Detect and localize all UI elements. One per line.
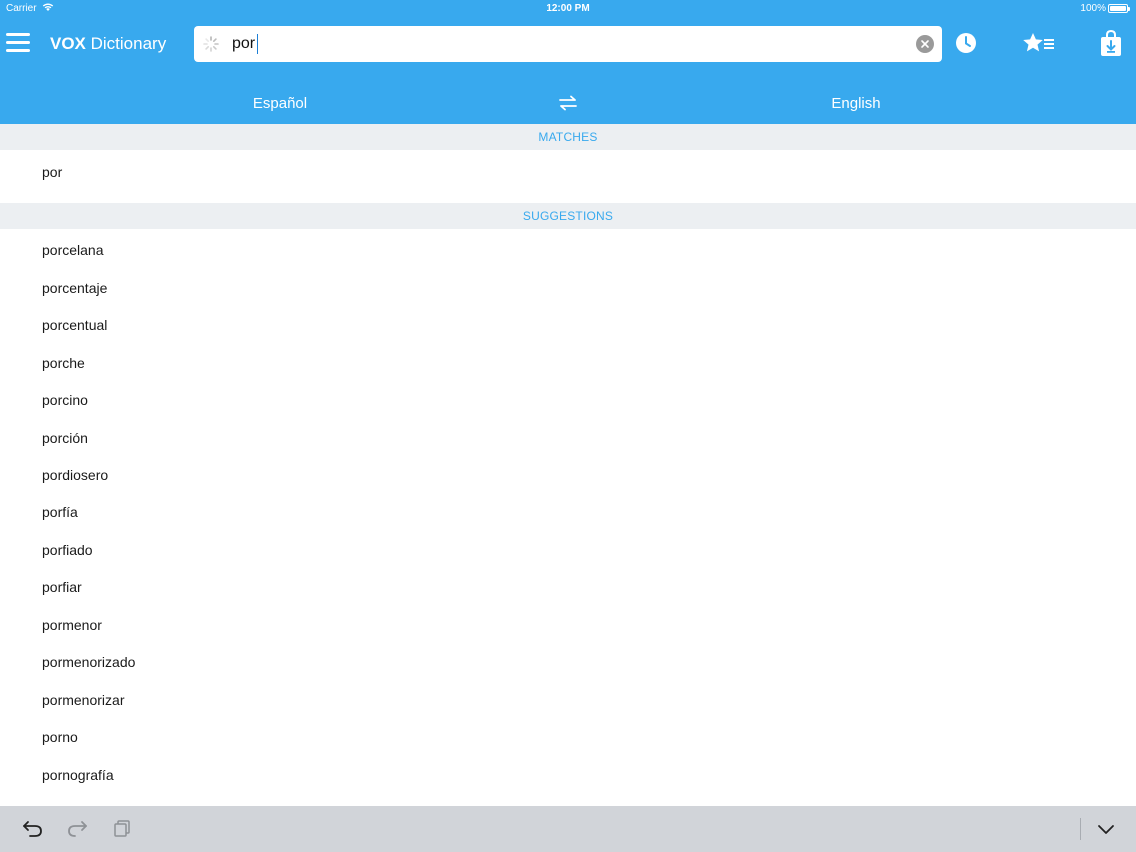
app-header: Carrier 12:00 PM 100% VOX Dictionary por…: [0, 0, 1136, 124]
suggestion-row[interactable]: porcino: [0, 382, 1136, 418]
suggestion-row[interactable]: pormenor: [0, 607, 1136, 643]
suggestions-section-header: SUGGESTIONS: [0, 203, 1136, 229]
suggestion-row[interactable]: porfiado: [0, 532, 1136, 568]
suggestion-row[interactable]: pornografía: [0, 757, 1136, 793]
search-field[interactable]: [194, 26, 942, 62]
suggestion-row[interactable]: pordiosero: [0, 457, 1136, 493]
suggestion-row[interactable]: porno: [0, 719, 1136, 755]
download-bag-icon[interactable]: [1100, 30, 1122, 57]
undo-icon[interactable]: [22, 820, 44, 838]
match-row[interactable]: por: [0, 154, 1136, 190]
suggestion-row[interactable]: porche: [0, 345, 1136, 381]
swap-arrows-icon[interactable]: [558, 95, 578, 111]
app-title-rest: Dictionary: [85, 34, 167, 53]
app-title-brand: VOX: [50, 34, 86, 53]
app-title: VOX Dictionary: [50, 34, 166, 54]
suggestion-row[interactable]: porción: [0, 420, 1136, 456]
suggestion-row[interactable]: porcentual: [0, 307, 1136, 343]
redo-icon[interactable]: [66, 820, 88, 838]
paste-icon[interactable]: [114, 820, 132, 838]
suggestion-row[interactable]: porfía: [0, 494, 1136, 530]
toolbar-divider: [1080, 818, 1081, 840]
suggestion-row[interactable]: porcelana: [0, 232, 1136, 268]
star-list-icon[interactable]: [1022, 32, 1056, 54]
clock-icon[interactable]: [955, 32, 977, 54]
dictionary-screen: Carrier 12:00 PM 100% VOX Dictionary por…: [0, 0, 1136, 852]
matches-section-header: MATCHES: [0, 124, 1136, 150]
battery-icon: [1108, 4, 1130, 13]
keyboard-shortcut-bar: [0, 806, 1136, 852]
suggestion-row[interactable]: porcentaje: [0, 270, 1136, 306]
status-time: 12:00 PM: [546, 3, 590, 14]
clear-x-icon[interactable]: [916, 35, 934, 53]
suggestion-row[interactable]: pormenorizar: [0, 682, 1136, 718]
spinner-icon: [203, 36, 219, 52]
suggestion-row[interactable]: porfiar: [0, 569, 1136, 605]
search-input[interactable]: [232, 33, 892, 55]
text-caret: [257, 34, 258, 54]
target-language-button[interactable]: English: [756, 95, 956, 112]
chevron-down-icon[interactable]: [1097, 824, 1115, 836]
status-bar: Carrier 12:00 PM 100%: [0, 0, 1136, 18]
battery-percent: 100%: [1080, 3, 1106, 14]
source-language-button[interactable]: Español: [180, 95, 380, 112]
hamburger-menu-icon[interactable]: [6, 33, 32, 55]
suggestion-row[interactable]: pormenorizado: [0, 644, 1136, 680]
